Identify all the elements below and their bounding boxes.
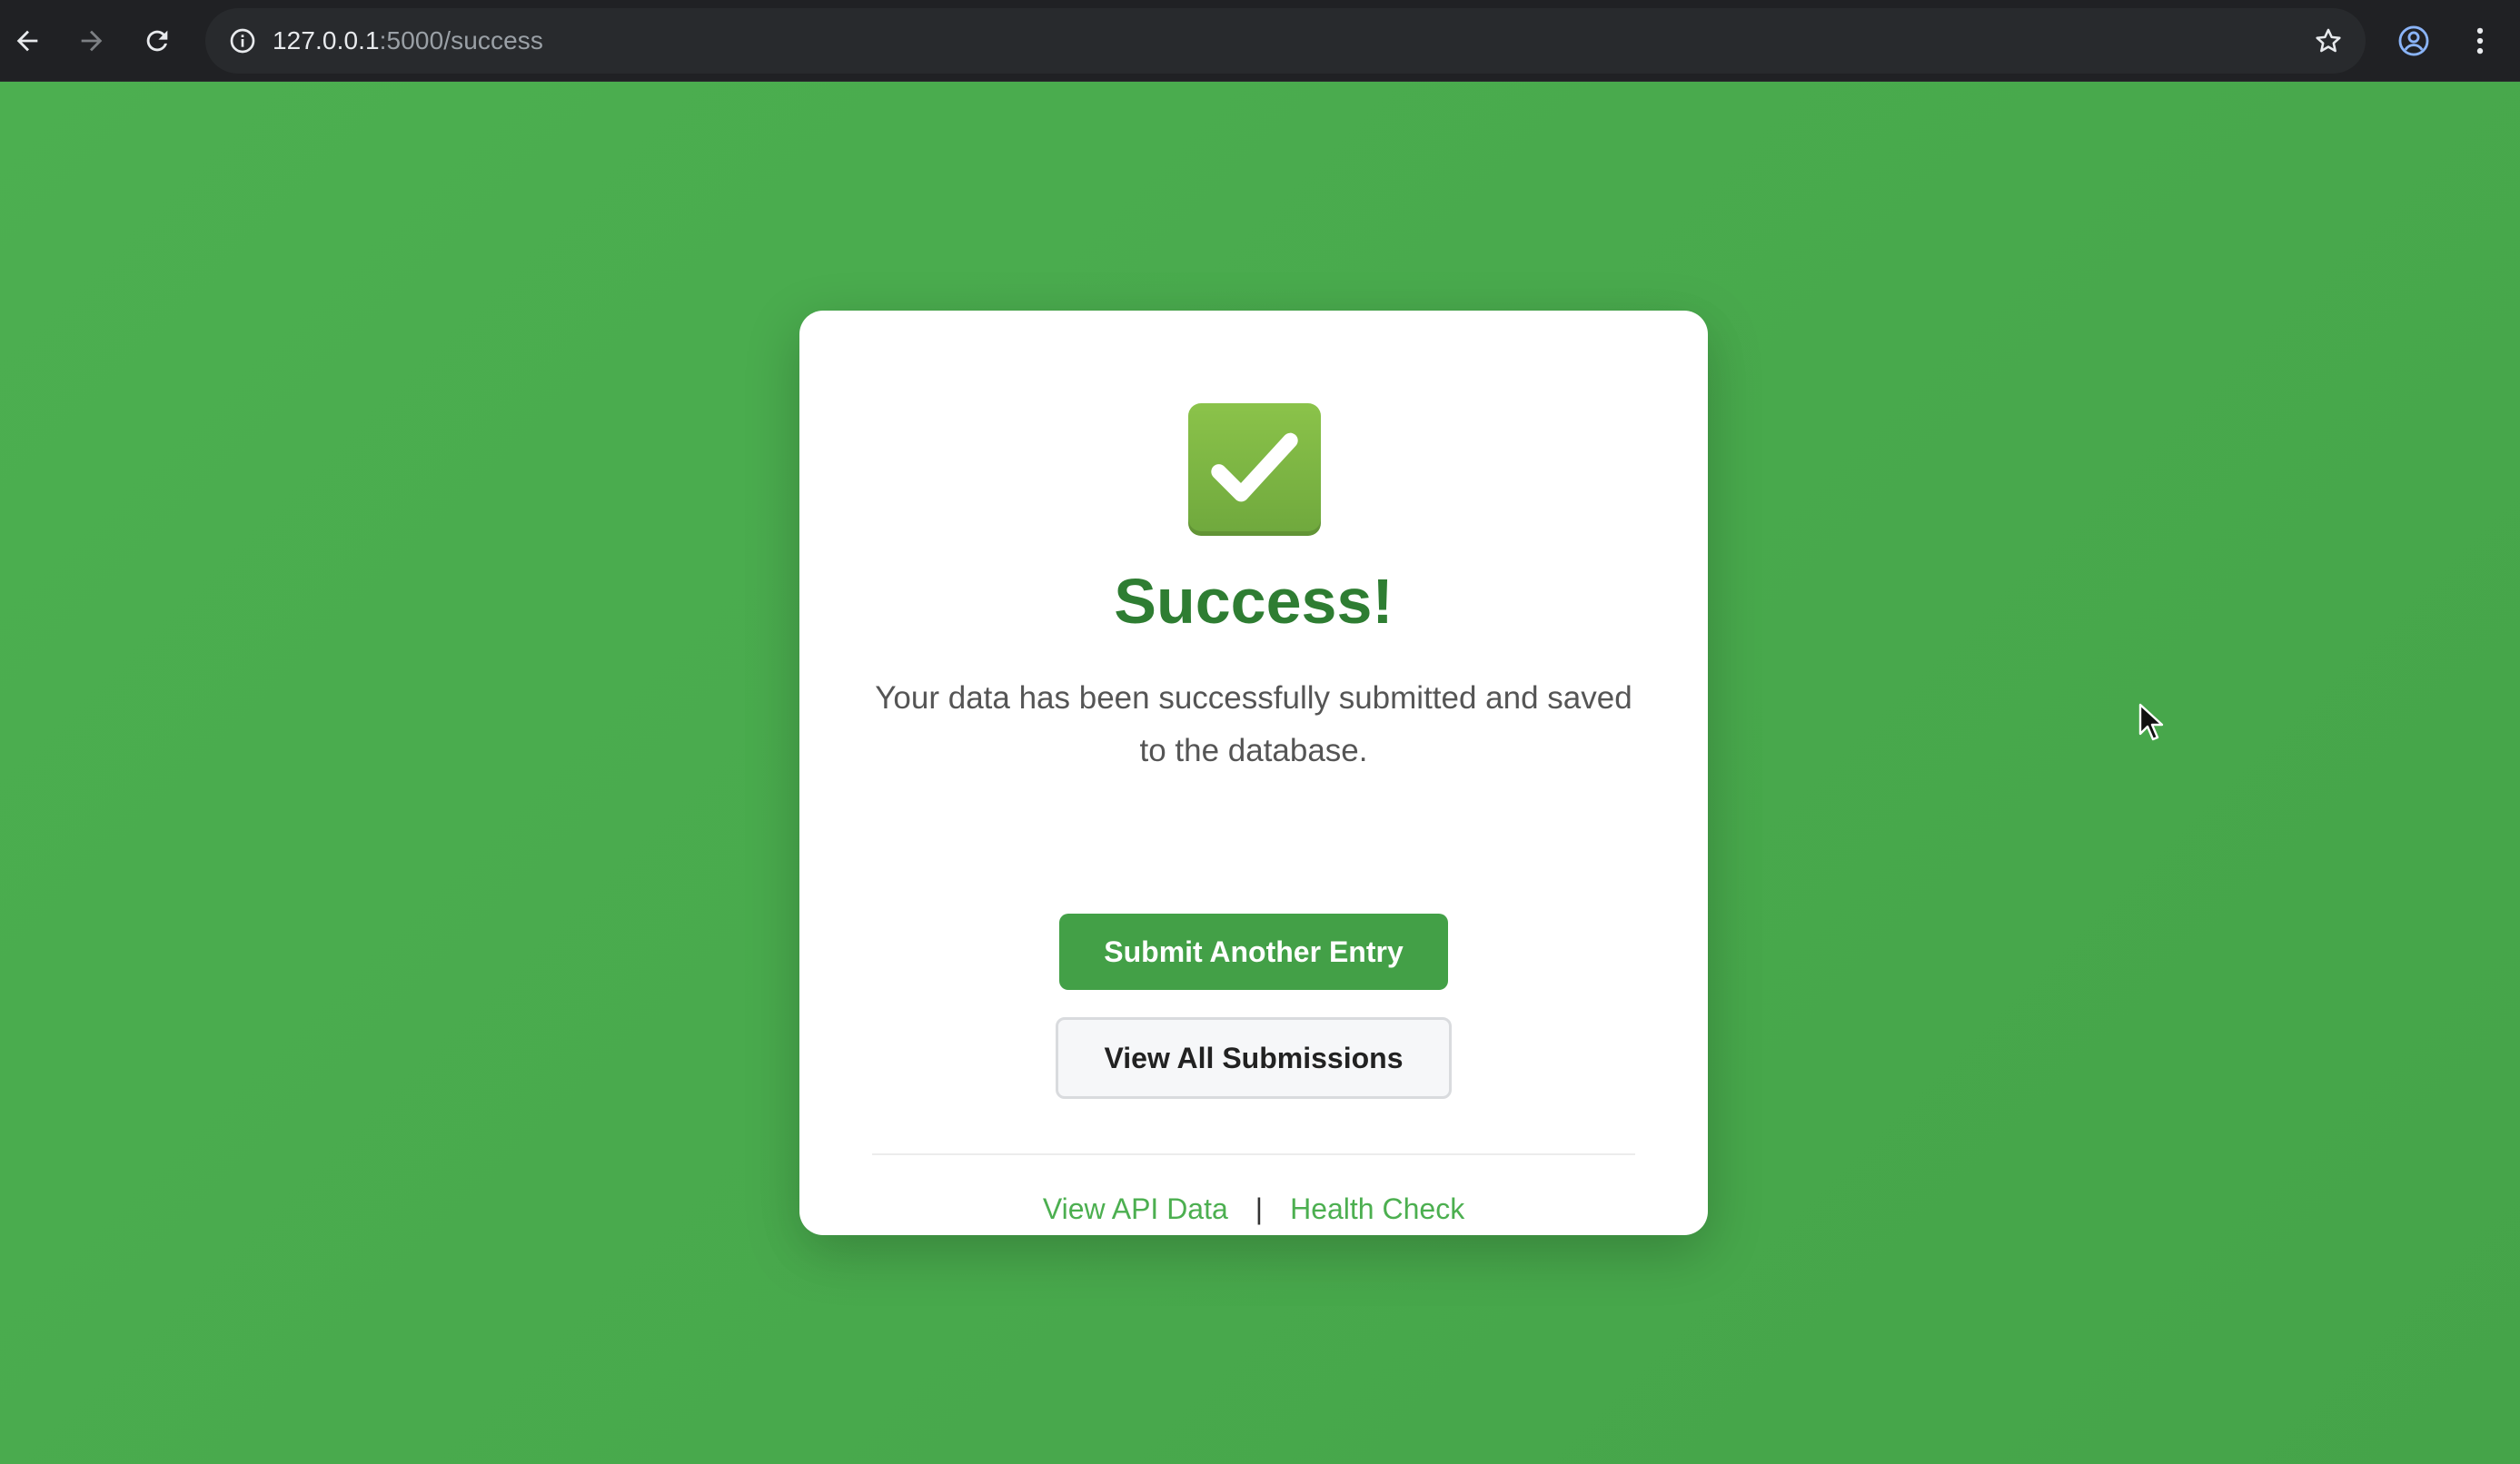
view-api-data-link[interactable]: View API Data <box>1043 1188 1228 1230</box>
forward-button[interactable] <box>63 12 121 70</box>
kebab-menu-icon <box>2476 27 2484 54</box>
submit-another-entry-button[interactable]: Submit Another Entry <box>1059 914 1448 990</box>
star-icon <box>2316 28 2341 53</box>
back-button[interactable] <box>0 12 56 70</box>
check-mark-button-icon <box>1188 403 1321 536</box>
arrow-left-icon <box>16 30 38 52</box>
mouse-cursor-icon <box>2138 703 2164 741</box>
reload-button[interactable] <box>128 12 186 70</box>
view-all-submissions-button[interactable]: View All Submissions <box>1056 1017 1452 1099</box>
account-icon <box>2398 25 2429 56</box>
health-check-link[interactable]: Health Check <box>1290 1188 1464 1230</box>
url-path: :5000/success <box>379 26 543 54</box>
browser-menu-button[interactable] <box>2451 12 2509 70</box>
bookmark-button[interactable] <box>2304 16 2353 65</box>
success-message: Your data has been successfully submitte… <box>875 680 1632 768</box>
profile-button[interactable] <box>2385 12 2443 70</box>
divider <box>872 1153 1635 1155</box>
address-bar[interactable]: 127.0.0.1:5000/success <box>205 8 2366 74</box>
url-text[interactable]: 127.0.0.1:5000/success <box>273 8 543 74</box>
link-separator: | <box>1255 1192 1264 1225</box>
page-background: Success! Your data has been successfully… <box>0 82 2520 1464</box>
info-icon <box>230 28 255 54</box>
success-card: Success! Your data has been successfully… <box>799 311 1708 1235</box>
page-title: Success! <box>1114 566 1394 637</box>
site-info-button[interactable] <box>218 16 267 65</box>
reload-icon <box>146 30 168 52</box>
check-mark-icon <box>1211 432 1298 502</box>
browser-toolbar: 127.0.0.1:5000/success <box>0 0 2520 82</box>
url-host: 127.0.0.1 <box>273 26 380 54</box>
arrow-right-icon <box>81 30 103 52</box>
footer-links: View API Data | Health Check <box>799 1188 1708 1230</box>
